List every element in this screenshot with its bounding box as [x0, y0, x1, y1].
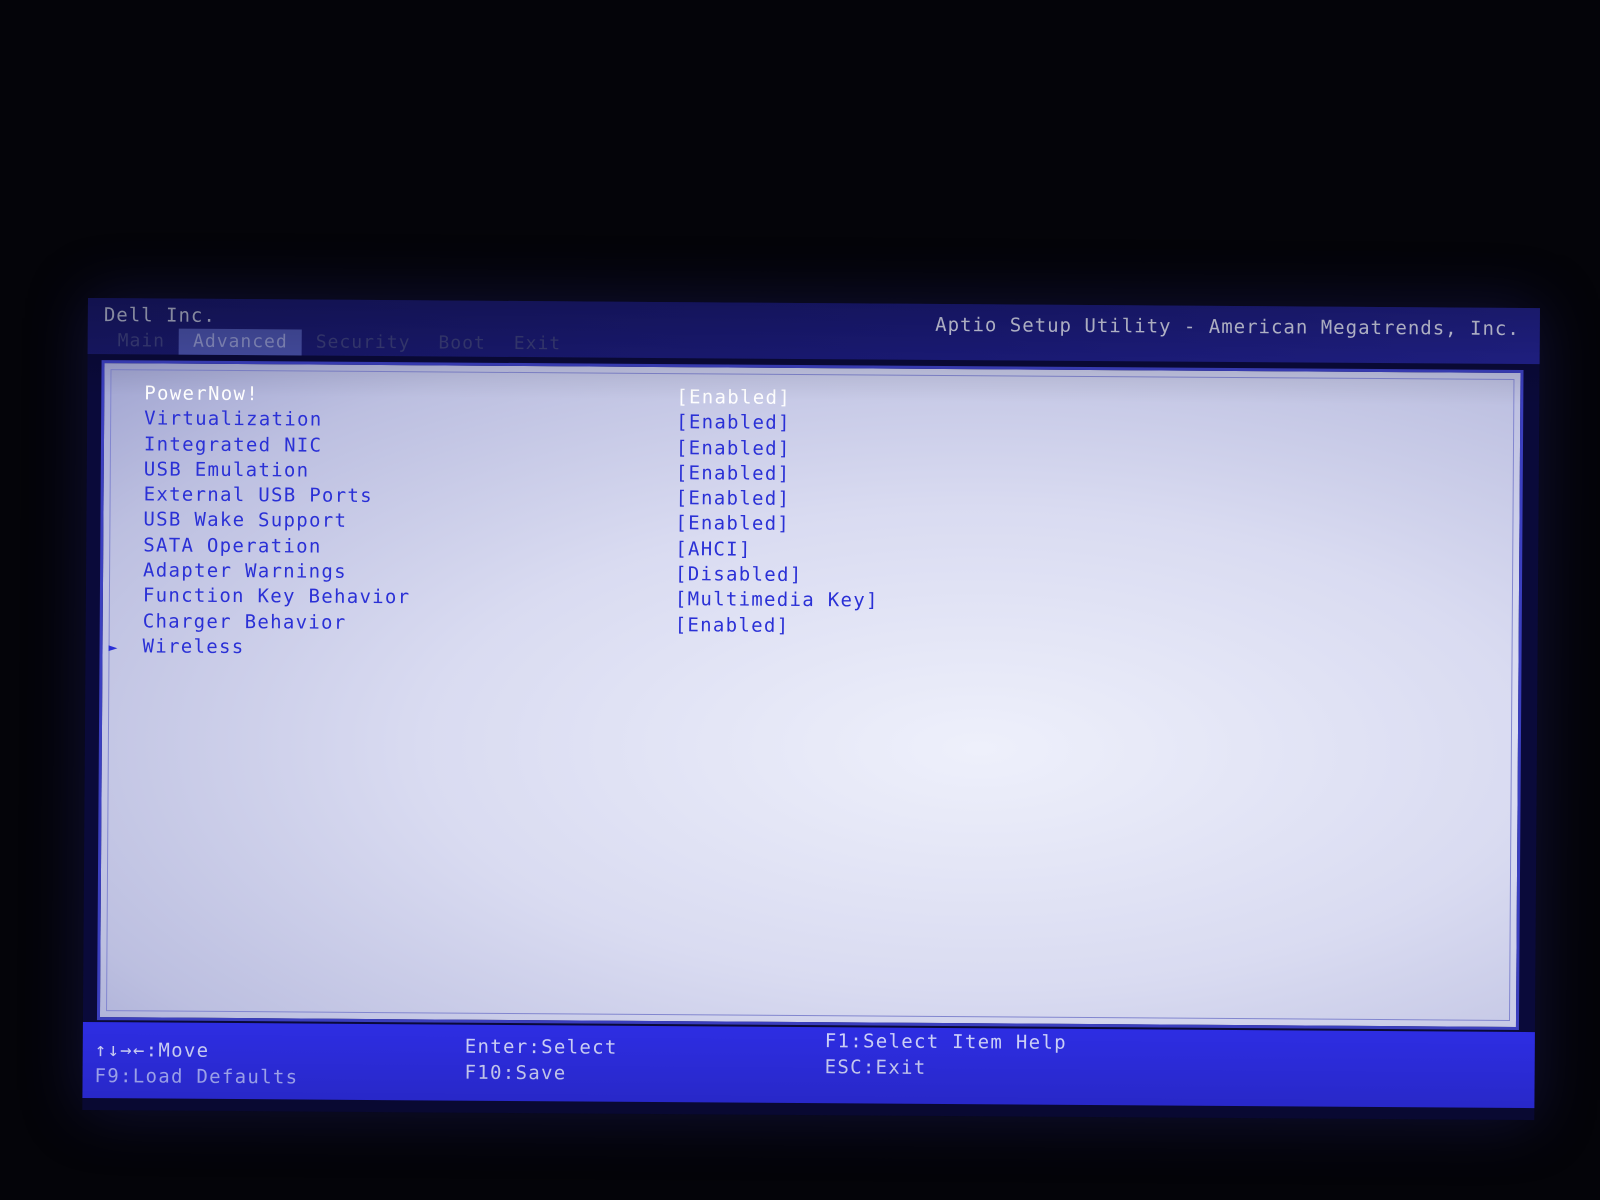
hint-move: ↑↓→←:Move [94, 1039, 210, 1062]
header-bar: Dell Inc. Aptio Setup Utility - American… [87, 298, 1540, 365]
tab-main[interactable]: Main [104, 328, 180, 355]
vendor-name: Dell Inc. [103, 304, 216, 327]
setting-label: Adapter Warnings [143, 559, 347, 583]
hint-f10-save: F10:Save [464, 1061, 567, 1085]
setting-label: Integrated NIC [143, 432, 323, 457]
setting-value[interactable]: [Enabled] [676, 410, 791, 436]
setting-value[interactable]: [Enabled] [675, 512, 790, 538]
setting-label: Wireless [142, 635, 245, 659]
hint-enter-select: Enter:Select [464, 1035, 618, 1059]
setting-value[interactable]: [Multimedia Key] [675, 587, 879, 613]
tab-advanced[interactable]: Advanced [178, 328, 302, 356]
settings-panel: PowerNow! [Enabled] Virtualization [Enab… [96, 360, 1524, 1031]
settings-list: PowerNow! [Enabled] Virtualization [Enab… [102, 381, 1520, 669]
hint-load-defaults: F9:Load Defaults [94, 1065, 299, 1089]
utility-title: Aptio Setup Utility - American Megatrend… [935, 313, 1520, 340]
submenu-arrow-icon: ► [108, 638, 119, 657]
setting-label: Virtualization [144, 407, 323, 431]
bios-screen: Dell Inc. Aptio Setup Utility - American… [82, 298, 1540, 1121]
setting-value[interactable]: [Disabled] [675, 562, 803, 588]
setting-value[interactable]: [Enabled] [675, 613, 790, 639]
setting-label: Function Key Behavior [142, 584, 411, 609]
setting-label: USB Emulation [143, 458, 310, 482]
setting-label: PowerNow! [144, 382, 260, 406]
setting-value[interactable]: [Enabled] [676, 486, 791, 512]
key-help-bar: ↑↓→←:Move F9:Load Defaults Enter:Select … [82, 1021, 1535, 1109]
setting-label: SATA Operation [143, 534, 322, 558]
setting-value[interactable]: [AHCI] [675, 537, 752, 563]
hint-esc-exit: ESC:Exit [824, 1056, 927, 1079]
tab-bar: Main Advanced Security Boot Exit [104, 328, 576, 357]
setting-label: USB Wake Support [143, 508, 348, 533]
setting-label: Charger Behavior [142, 610, 347, 634]
tab-boot[interactable]: Boot [424, 330, 500, 357]
hint-f1-help: F1:Select Item Help [824, 1030, 1067, 1054]
setting-label: External USB Ports [143, 483, 374, 508]
tab-security[interactable]: Security [302, 329, 425, 356]
setting-value[interactable]: [Enabled] [676, 461, 791, 487]
setting-value[interactable]: [Enabled] [676, 436, 791, 462]
tab-exit[interactable]: Exit [500, 331, 576, 358]
setting-value[interactable]: [Enabled] [676, 385, 791, 411]
